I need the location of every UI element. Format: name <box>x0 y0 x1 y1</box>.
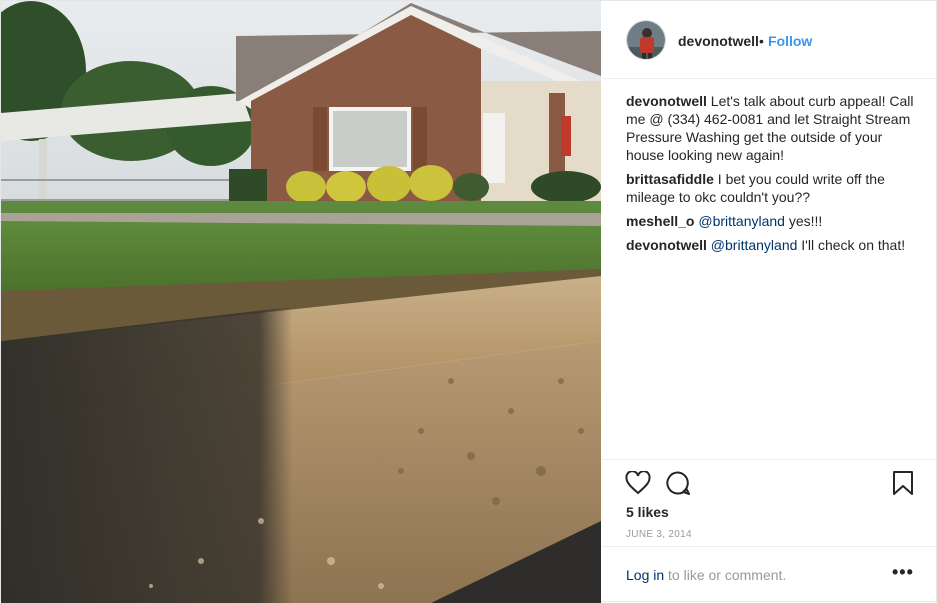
avatar[interactable] <box>626 20 666 60</box>
avatar-image <box>627 21 665 59</box>
comment-item: devonotwell @brittanyland I'll check on … <box>626 236 916 254</box>
likes-count[interactable]: 5 likes <box>626 504 669 520</box>
login-link[interactable]: Log in <box>626 567 664 583</box>
post-date: JUNE 3, 2014 <box>626 529 692 540</box>
comment-list: devonotwell Let's talk about curb appeal… <box>626 92 916 260</box>
bookmark-icon[interactable] <box>892 470 914 501</box>
post-dialog: devonotwell • Follow devonotwell Let's t… <box>0 0 937 603</box>
comment-text: I'll check on that! <box>797 237 906 253</box>
post-footer: Log in to like or comment. ••• <box>602 546 937 603</box>
follow-button[interactable]: Follow <box>768 33 812 49</box>
post-header: devonotwell • Follow <box>602 1 937 79</box>
comment-mention[interactable]: @brittanyland <box>694 213 785 229</box>
post-sidebar: devonotwell • Follow devonotwell Let's t… <box>602 1 937 603</box>
comment-item: meshell_o @brittanyland yes!!! <box>626 212 916 230</box>
action-bar: 5 likes JUNE 3, 2014 <box>602 459 937 546</box>
comment-mention[interactable]: @brittanyland <box>707 237 798 253</box>
more-options-icon[interactable]: ••• <box>892 562 914 583</box>
comment-item: brittasafiddle I bet you could write off… <box>626 170 916 206</box>
login-text: to like or comment. <box>664 567 787 583</box>
speech-bubble-icon[interactable] <box>665 470 691 501</box>
comment-caption: devonotwell Let's talk about curb appeal… <box>626 92 916 164</box>
comment-username[interactable]: brittasafiddle <box>626 171 714 187</box>
comment-username[interactable]: meshell_o <box>626 213 694 229</box>
author-username[interactable]: devonotwell <box>678 33 759 49</box>
comment-username[interactable]: devonotwell <box>626 237 707 253</box>
comment-text: yes!!! <box>784 213 823 229</box>
login-prompt: Log in to like or comment. <box>626 567 786 583</box>
comment-username[interactable]: devonotwell <box>626 93 707 109</box>
curb-photo-illustration <box>1 1 601 603</box>
heart-icon[interactable] <box>625 470 651 500</box>
post-photo[interactable] <box>1 1 601 603</box>
separator-dot: • <box>759 33 764 49</box>
